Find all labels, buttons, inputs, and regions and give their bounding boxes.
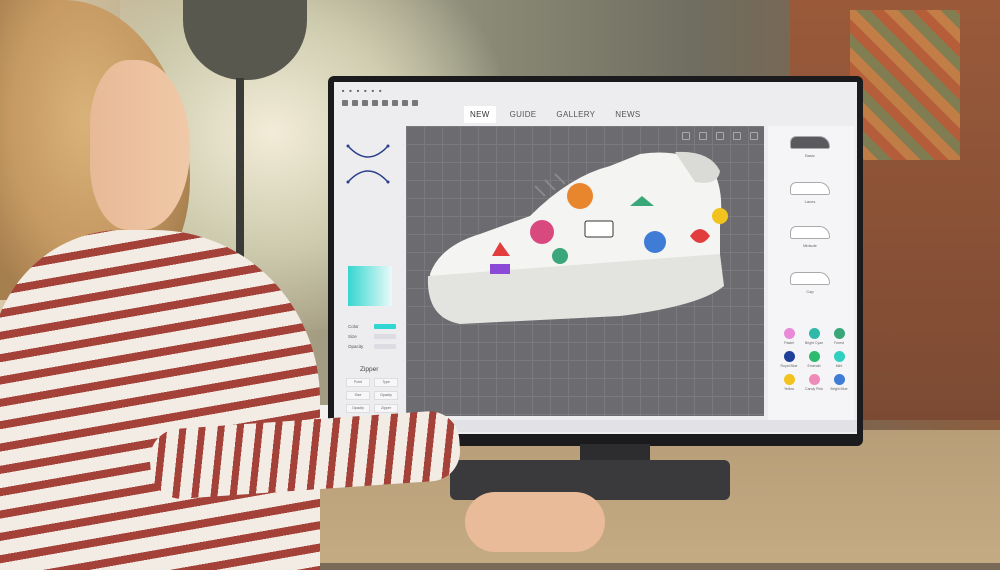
color-swatch[interactable]: Emerald [803,351,825,368]
sneaker-3d-model[interactable] [420,146,750,326]
color-dot [783,374,795,385]
tool-icon[interactable] [372,100,378,106]
color-dot [808,328,820,339]
tab-new[interactable]: NEW [464,106,496,123]
component-panel: Basic Laces Midsole Cap Pastel Bright Cya… [768,126,854,426]
menu-item[interactable]: ■ [357,86,359,96]
color-label: Candy Pink [805,387,823,391]
menu-item[interactable]: ■ [364,86,366,96]
color-swatch[interactable]: Candy Pink [803,374,825,391]
menu-item[interactable]: ■ [379,86,381,96]
design-canvas[interactable] [406,126,764,416]
design-app-screen: ■ ■ ■ ■ ■ ■ NEW GUIDE GALLERY NEWS Color… [334,82,857,434]
color-label: Emerald [807,364,821,368]
shoe-option-cap[interactable]: Cap [790,272,830,294]
shoe-option-laces[interactable]: Laces [790,182,830,204]
color-swatch[interactable]: Mint [828,351,850,368]
toolbar [342,100,418,106]
top-tabs: NEW GUIDE GALLERY NEWS [464,106,647,123]
color-label: Mint [835,364,843,368]
property-label: Color [348,324,359,329]
property-row-color: Color [348,324,396,329]
shoe-option-midsole[interactable]: Midsole [790,226,830,248]
color-swatch[interactable]: Royal Blue [778,351,800,368]
color-palette: Pastel Bright Cyan Forest Royal Blue Emerald… [778,328,850,391]
color-swatch[interactable]: Forest [828,328,850,345]
gradient-swatch[interactable] [348,266,392,306]
property-row-size: Size [348,334,396,339]
property-label: Opacity [348,344,364,349]
sneaker-icon [790,272,830,285]
person-face [90,60,190,230]
plus-icon[interactable] [682,132,690,140]
color-label: Bright Cyan [804,341,824,345]
tool-icon[interactable] [352,100,358,106]
color-dot [808,374,820,385]
hand-on-mouse [465,492,605,552]
canvas-toolbar [682,132,758,140]
color-dot [783,351,795,362]
sneaker-icon [790,136,830,149]
menu-item[interactable]: ■ [349,86,351,96]
property-label: Size [348,334,357,339]
tool-icon[interactable] [402,100,408,106]
bezier-curve-editor[interactable] [344,138,392,188]
section-title: Zipper [360,366,379,373]
color-label: Pastel [784,341,794,345]
shoe-option-label: Laces [804,199,816,204]
color-label: Bright Blue [830,387,848,391]
color-dot [808,351,820,362]
zipper-button[interactable]: Zipper [374,404,398,413]
color-dot [783,328,795,339]
zipper-button[interactable]: Opacity [374,391,398,400]
color-swatch[interactable]: Yellow [778,374,800,391]
cursor-icon[interactable] [699,132,707,140]
size-field[interactable] [374,334,396,339]
zipper-button[interactable]: Size [346,391,370,400]
trash-icon[interactable] [750,132,758,140]
tab-gallery[interactable]: GALLERY [550,106,601,123]
crop-icon[interactable] [716,132,724,140]
zipper-controls: Point Type Size Opacity Opacity Zipper [346,378,398,413]
color-swatch[interactable]: Bright Blue [828,374,850,391]
property-row-opacity: Opacity [348,344,396,349]
color-swatch[interactable]: Bright Cyan [803,328,825,345]
color-field[interactable] [374,324,396,329]
tool-icon[interactable] [382,100,388,106]
tool-icon[interactable] [392,100,398,106]
color-label: Yellow [784,387,794,391]
color-dot [833,328,845,339]
zipper-button[interactable]: Opacity [346,404,370,413]
zipper-button[interactable]: Point [346,378,370,387]
menu-item[interactable]: ■ [372,86,374,96]
tool-icon[interactable] [412,100,418,106]
menu-bar: ■ ■ ■ ■ ■ ■ [342,86,382,96]
color-dot [833,374,845,385]
striped-shirt [0,230,320,570]
undo-icon[interactable] [733,132,741,140]
wall-poster [850,10,960,160]
color-label: Forest [834,341,844,345]
shoe-option-label: Cap [806,289,814,294]
color-dot [833,351,845,362]
shoe-option-label: Basic [805,153,815,158]
tab-guide[interactable]: GUIDE [504,106,543,123]
shoe-option-label: Midsole [803,243,817,248]
tab-news[interactable]: NEWS [609,106,646,123]
properties-panel: Color Size Opacity Zipper Point Type Siz… [340,128,400,428]
color-label: Royal Blue [780,364,798,368]
shoe-option-basic[interactable]: Basic [790,136,830,158]
sneaker-icon [790,182,830,195]
opacity-field[interactable] [374,344,396,349]
tool-icon[interactable] [342,100,348,106]
color-swatch[interactable]: Pastel [778,328,800,345]
tool-icon[interactable] [362,100,368,106]
zipper-button[interactable]: Type [374,378,398,387]
sneaker-icon [790,226,830,239]
menu-item[interactable]: ■ [342,86,344,96]
